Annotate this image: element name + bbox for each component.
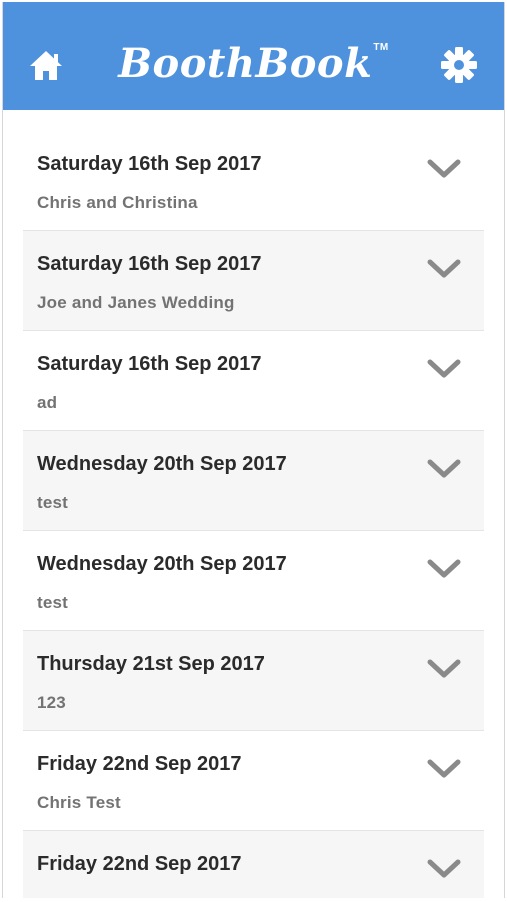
booking-item[interactable]: Saturday 16th Sep 2017 Joe and Janes Wed… (23, 231, 484, 331)
booking-date: Thursday 21st Sep 2017 (37, 653, 265, 675)
booking-date: Wednesday 20th Sep 2017 (37, 553, 287, 575)
chevron-down-icon[interactable] (426, 757, 462, 781)
chevron-down-icon[interactable] (426, 257, 462, 281)
booking-item[interactable]: Saturday 16th Sep 2017 Chris and Christi… (23, 131, 484, 231)
booking-name: Chris and Christina (37, 193, 198, 212)
booking-name: ad (37, 393, 58, 412)
booking-list: Saturday 16th Sep 2017 Chris and Christi… (23, 131, 484, 898)
app-logo-text: BoothBook (118, 40, 373, 87)
chevron-down-icon[interactable] (426, 857, 462, 881)
booking-item[interactable]: Wednesday 20th Sep 2017 test (23, 431, 484, 531)
booking-date: Saturday 16th Sep 2017 (37, 353, 262, 375)
booking-date: Friday 22nd Sep 2017 (37, 753, 242, 775)
chevron-down-icon[interactable] (426, 657, 462, 681)
booking-item[interactable]: Friday 22nd Sep 2017 (23, 831, 484, 898)
booking-name: Chris Test (37, 793, 121, 812)
booking-date: Saturday 16th Sep 2017 (37, 253, 262, 275)
chevron-down-icon[interactable] (426, 357, 462, 381)
booking-date: Saturday 16th Sep 2017 (37, 153, 262, 175)
booking-name: test (37, 593, 69, 612)
booking-item[interactable]: Friday 22nd Sep 2017 Chris Test (23, 731, 484, 831)
booking-date: Wednesday 20th Sep 2017 (37, 453, 287, 475)
booking-name: 123 (37, 693, 66, 712)
settings-button[interactable] (440, 46, 478, 84)
app-frame: BoothBookTM Saturday 16th Sep 2017 Chris… (2, 2, 505, 898)
booking-item[interactable]: Wednesday 20th Sep 2017 test (23, 531, 484, 631)
booking-item[interactable]: Saturday 16th Sep 2017 ad (23, 331, 484, 431)
chevron-down-icon[interactable] (426, 557, 462, 581)
top-bar: BoothBookTM (3, 2, 504, 110)
booking-date: Friday 22nd Sep 2017 (37, 853, 242, 875)
gear-icon (441, 47, 477, 83)
booking-name: Joe and Janes Wedding (37, 293, 235, 312)
trademark-mark: TM (373, 42, 389, 53)
app-logo: BoothBookTM (3, 40, 504, 87)
chevron-down-icon[interactable] (426, 457, 462, 481)
booking-item[interactable]: Thursday 21st Sep 2017 123 (23, 631, 484, 731)
booking-name: test (37, 493, 69, 512)
chevron-down-icon[interactable] (426, 157, 462, 181)
